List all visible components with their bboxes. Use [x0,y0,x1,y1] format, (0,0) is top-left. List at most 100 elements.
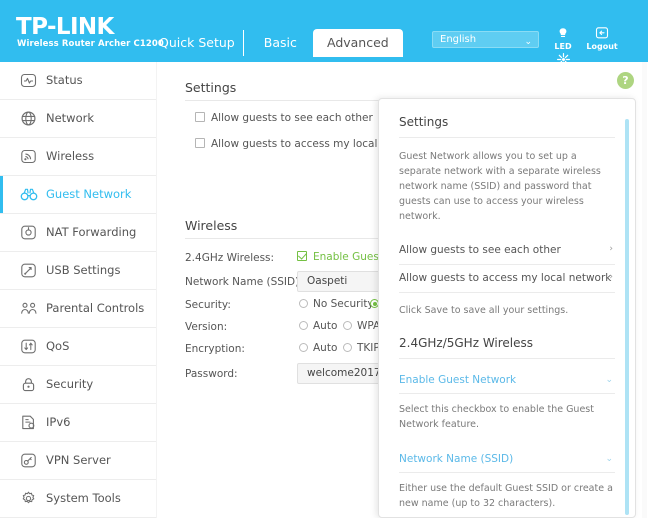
help-link-enable-guest-network[interactable]: Enable Guest Network ⌄ [399,369,615,394]
led-button[interactable]: LED [546,24,580,51]
sidebar-item-label: USB Settings [46,263,121,277]
globe-icon [20,110,37,127]
sidebar-item-label: NAT Forwarding [46,225,137,239]
help-row-allow-guests-see-each-other[interactable]: Allow guests to see each other › [399,237,615,265]
sidebar-item-label: Parental Controls [46,301,145,315]
sidebar-item-label: VPN Server [46,453,111,467]
checkbox-box [195,138,205,148]
help-title: Settings [399,115,615,138]
router-admin-page: TP-LINK Wireless Router Archer C1200 Qui… [0,0,648,518]
sidebar-item-security[interactable]: Security [0,366,156,403]
sidebar-item-nat-forwarding[interactable]: NAT Forwarding [0,214,156,251]
sidebar-item-network[interactable]: Network [0,100,156,137]
sidebar-item-status[interactable]: Status [0,62,156,99]
sidebar-item-label: IPv6 [46,415,71,429]
radio-label: Auto [313,342,338,354]
radio-label: Auto [313,320,338,332]
chevron-down-icon: ⌄ [605,375,613,385]
sidebar-item-qos[interactable]: QoS [0,328,156,365]
radio-encryption-tkip[interactable]: TKIP [343,342,380,354]
radio-label: No Security [313,298,374,310]
sidebar-item-label: Guest Network [46,187,132,201]
help-row-allow-guests-access-local-network[interactable]: Allow guests to access my local network … [399,265,615,293]
allow-guests-see-each-other-checkbox[interactable]: Allow guests to see each other [195,112,373,124]
help-link-label: Enable Guest Network [399,374,517,386]
language-select-value: English [440,34,477,45]
sidebar-item-wireless[interactable]: Wireless [0,138,156,175]
led-label: LED [554,42,572,51]
band-label: 2.4GHz Wireless: [185,252,275,264]
sidebar-item-vpn-server[interactable]: VPN Server [0,442,156,479]
usb-icon [20,262,37,279]
help-desc-network-name-ssid: Either use the default Guest SSID or cre… [399,483,613,509]
help-panel-scrollbar[interactable] [625,119,629,515]
binoculars-icon [20,186,38,203]
password-label: Password: [185,368,238,380]
help-link-network-name-ssid[interactable]: Network Name (SSID) ⌄ [399,448,615,473]
radio-no-security[interactable]: No Security [299,298,374,310]
ssid-label: Network Name (SSID): [185,276,303,288]
language-select[interactable]: English ⌄ [432,31,539,48]
wireless-signal-icon [20,148,37,165]
chevron-down-icon: ⌄ [605,454,613,464]
help-link-label: Network Name (SSID) [399,453,514,465]
settings-section-title: Settings [185,80,237,95]
parental-controls-icon [20,300,37,317]
help-row-label: Allow guests to access my local network [399,272,612,284]
logout-button[interactable]: Logout [585,24,619,51]
router-model-label: Wireless Router Archer C1200 [17,39,164,49]
sidebar-item-label: Security [46,377,94,391]
tp-link-logo: TP-LINK [16,14,114,40]
radio-circle [343,343,352,352]
ipv6-icon [20,414,37,431]
qos-icon [20,338,37,355]
sidebar-item-label: Wireless [46,149,95,163]
radio-circle [299,343,308,352]
help-save-note: Click Save to save all your settings. [399,305,569,316]
top-header: TP-LINK Wireless Router Archer C1200 Qui… [0,0,648,78]
chevron-right-icon: › [609,244,613,254]
checkbox-box [195,112,205,122]
sidebar-item-label: Network [46,111,95,125]
logout-label: Logout [586,42,618,51]
led-icon [546,24,580,40]
tab-quick-setup[interactable]: Quick Setup [148,30,244,56]
help-desc-enable-guest-network: Select this checkbox to enable the Guest… [399,404,594,430]
help-intro-text: Guest Network allows you to set up a sep… [399,151,601,222]
radio-encryption-auto[interactable]: Auto [299,342,337,354]
help-panel-content: Settings Guest Network allows you to set… [379,99,635,517]
encryption-label: Encryption: [185,343,245,355]
checkbox-box [297,251,307,261]
sidebar-item-label: Status [46,73,83,87]
page-scrollbar[interactable] [642,62,647,518]
radio-circle [299,299,308,308]
status-icon [20,72,37,89]
tab-basic[interactable]: Basic [253,30,308,56]
wireless-section-title: Wireless [185,218,238,233]
nat-forwarding-icon [20,224,37,241]
vpn-key-icon [20,452,37,469]
chevron-down-icon: ⌄ [524,37,532,47]
sidebar-navigation: Status Network Wireless Guest Network NA [0,62,156,518]
help-row-label: Allow guests to see each other [399,244,561,256]
sidebar-item-ipv6[interactable]: IPv6 [0,404,156,441]
sidebar-item-usb-settings[interactable]: USB Settings [0,252,156,289]
sidebar-item-system-tools[interactable]: System Tools [0,480,156,517]
tab-advanced[interactable]: Advanced [312,29,403,57]
help-section2-title: 2.4GHz/5GHz Wireless [399,336,615,359]
checkbox-label: Allow guests to see each other [211,112,373,124]
radio-circle [299,321,308,330]
radio-label: TKIP [357,342,380,354]
security-label: Security: [185,299,231,311]
help-button[interactable]: ? [617,72,634,89]
lock-icon [20,376,37,393]
radio-version-auto[interactable]: Auto [299,320,337,332]
sidebar-item-parental-controls[interactable]: Parental Controls [0,290,156,327]
logout-icon [585,24,619,40]
gear-icon [20,490,37,507]
sidebar-item-guest-network[interactable]: Guest Network [0,176,156,213]
radio-circle [343,321,352,330]
help-panel: Settings Guest Network allows you to set… [378,98,636,518]
sidebar-item-label: QoS [46,339,70,353]
sidebar-item-label: System Tools [46,491,121,505]
